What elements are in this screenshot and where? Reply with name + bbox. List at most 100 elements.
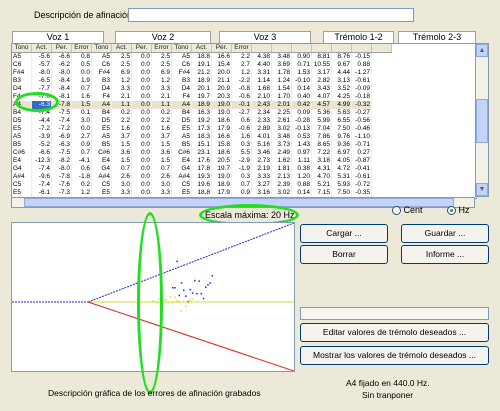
table-cell[interactable]: 1.43: [291, 141, 312, 149]
table-cell[interactable]: 2.7: [71, 133, 92, 141]
table-cell[interactable]: -7.6: [51, 181, 72, 189]
table-cell[interactable]: -5.2: [31, 141, 52, 149]
table-cell[interactable]: 20.3: [211, 93, 232, 101]
table-cell[interactable]: 3.6: [151, 149, 172, 157]
table-row[interactable]: F4 -7.0 -8.1 1.6 F4 2.1 0.0 2.1 F4 19.7 20.3 -0.6 2.…: [12, 93, 392, 101]
table-cell[interactable]: 5.36: [311, 109, 332, 117]
table-cell[interactable]: 17.3: [191, 125, 212, 133]
table-cell[interactable]: 5.21: [311, 181, 332, 189]
table-cell[interactable]: 1.24: [271, 77, 292, 85]
table-cell[interactable]: 1.70: [271, 93, 292, 101]
table-cell[interactable]: 0.6: [71, 165, 92, 173]
table-cell[interactable]: 18.3: [191, 133, 212, 141]
table-cell[interactable]: 2.73: [251, 157, 272, 165]
table-cell[interactable]: B3: [12, 77, 32, 85]
table-row[interactable]: E4 -12.3 -8.2 -4.1 E4 1.5 0.0 1.5 E4 17.6 20.5 -2.9…: [12, 157, 392, 165]
table-cell[interactable]: 20.1: [191, 85, 212, 93]
table-cell[interactable]: 4.38: [251, 52, 272, 61]
table-cell[interactable]: 0.9: [71, 141, 92, 149]
table-cell[interactable]: -1.10: [351, 133, 372, 141]
table-cell[interactable]: 1.81: [271, 165, 292, 173]
table-cell[interactable]: 0.0: [131, 125, 152, 133]
table-cell[interactable]: 2.43: [251, 101, 272, 109]
table-cell[interactable]: 3.0: [111, 181, 132, 189]
table-cell[interactable]: 3.73: [271, 141, 292, 149]
table-cell[interactable]: 2.89: [251, 125, 272, 133]
table-cell[interactable]: 17.9: [211, 189, 232, 197]
table-cell[interactable]: B5: [91, 141, 112, 149]
table-cell[interactable]: 1.1: [151, 101, 172, 109]
table-cell[interactable]: -1.8: [71, 173, 92, 181]
table-cell[interactable]: -0.56: [351, 117, 372, 125]
column-header[interactable]: [251, 44, 272, 53]
table-cell[interactable]: 0.2: [71, 181, 92, 189]
table-cell[interactable]: E4: [12, 157, 32, 165]
table-cell[interactable]: -0.13: [291, 125, 312, 133]
table-cell[interactable]: F#4: [12, 69, 32, 77]
table-cell[interactable]: -6.2: [51, 61, 72, 69]
unit-cent-radio[interactable]: Cent: [392, 205, 423, 216]
table-cell[interactable]: 3.18: [311, 157, 332, 165]
table-cell[interactable]: 10.55: [311, 61, 332, 69]
table-cell[interactable]: 5.31: [331, 173, 352, 181]
table-row[interactable]: B3 -6.5 -8.4 1.9 B3 1.2 0.0 1.2 B3 18.9 21.1 -2.2 1.…: [12, 77, 392, 85]
table-cell[interactable]: 3.3: [111, 189, 132, 197]
table-cell[interactable]: 4.07: [311, 93, 332, 101]
table-cell[interactable]: 2.6: [151, 173, 172, 181]
table-cell[interactable]: 1.6: [151, 125, 172, 133]
table-cell[interactable]: 3.17: [311, 69, 332, 77]
column-header[interactable]: Act.: [191, 44, 212, 53]
tuning-table[interactable]: Tono Act. Per. Error Tono Act. Per. Error Tono Ac…: [11, 43, 477, 199]
table-cell[interactable]: B4: [91, 109, 112, 117]
table-cell[interactable]: -7.4: [31, 165, 52, 173]
column-header[interactable]: Tono: [171, 44, 192, 53]
table-cell[interactable]: 4.44: [331, 69, 352, 77]
table-cell[interactable]: 19.7: [191, 93, 212, 101]
table-cell[interactable]: 0.90: [291, 52, 312, 61]
table-cell[interactable]: E5: [12, 189, 32, 197]
table-row[interactable]: C6 -5.7 -6.2 0.5 C6 2.5 0.0 2.5 C6 19.1 15.4 2.7 4.4…: [12, 61, 392, 69]
table-cell[interactable]: 1.78: [271, 69, 292, 77]
table-cell[interactable]: 3.6: [111, 149, 132, 157]
table-cell[interactable]: 0.7: [231, 181, 252, 189]
table-cell[interactable]: 2.49: [271, 149, 292, 157]
table-cell[interactable]: 2.13: [271, 173, 292, 181]
table-cell[interactable]: 3.0: [71, 117, 92, 125]
column-header[interactable]: [371, 44, 392, 53]
table-cell[interactable]: 1.5: [111, 157, 132, 165]
table-cell[interactable]: G4: [12, 165, 32, 173]
table-cell[interactable]: 3.0: [151, 181, 172, 189]
table-row[interactable]: A5 -3.9 -6.9 2.7 A5 3.7 0.0 3.7 A5 18.3 16.6 1.6 4.0…: [12, 133, 392, 141]
table-row[interactable]: A5 -5.6 -6.6 0.8 A5 2.5 0.0 2.5 A5 18.8 16.6 2.2 4.3…: [12, 52, 392, 61]
table-cell[interactable]: A4: [91, 101, 112, 109]
table-cell[interactable]: 0.0: [131, 141, 152, 149]
table-cell[interactable]: 0.14: [291, 85, 312, 93]
table-cell[interactable]: C6: [171, 61, 192, 69]
table-cell[interactable]: 2.82: [311, 77, 332, 85]
table-cell[interactable]: 0.71: [291, 61, 312, 69]
table-cell[interactable]: 1.5: [111, 141, 132, 149]
table-cell[interactable]: 0.7: [151, 165, 172, 173]
table-cell[interactable]: 0.7: [111, 165, 132, 173]
table-cell[interactable]: 19.0: [211, 101, 232, 109]
table-cell[interactable]: E4: [171, 157, 192, 165]
table-cell[interactable]: 1.9: [71, 77, 92, 85]
column-header[interactable]: Tono: [91, 44, 112, 53]
table-cell[interactable]: C#6: [171, 149, 192, 157]
table-row[interactable]: A#4 -9.6 -7.8 -1.8 A#4 2.6 0.0 2.6 A#4 19.3 19.0 0.…: [12, 173, 392, 181]
scroll-thumb[interactable]: [476, 99, 488, 143]
table-row[interactable]: E5 -7.2 -7.2 0.0 E5 1.6 0.0 1.6 E5 17.3 17.9 -0.6 2.…: [12, 125, 392, 133]
table-cell[interactable]: E5: [91, 125, 112, 133]
table-cell[interactable]: 15.1: [191, 141, 212, 149]
table-cell[interactable]: A5: [171, 133, 192, 141]
table-row[interactable]: G4 -7.4 -8.0 0.6 G4 0.7 0.0 0.7 G4 17.8 19.7 -1.9 2.…: [12, 165, 392, 173]
report-button[interactable]: Informe ...: [401, 245, 489, 264]
table-cell[interactable]: 4.99: [331, 101, 352, 109]
table-cell[interactable]: 0.0: [131, 85, 152, 93]
table-cell[interactable]: 1.1: [111, 101, 132, 109]
table-cell[interactable]: 0.09: [291, 109, 312, 117]
table-cell[interactable]: D5: [171, 117, 192, 125]
table-row[interactable]: D5 -4.4 -7.4 3.0 D5 2.2 0.0 2.2 D5 19.2 18.6 0.6 2.3…: [12, 117, 392, 125]
table-cell[interactable]: 0.0: [131, 181, 152, 189]
table-cell[interactable]: 18.6: [211, 149, 232, 157]
